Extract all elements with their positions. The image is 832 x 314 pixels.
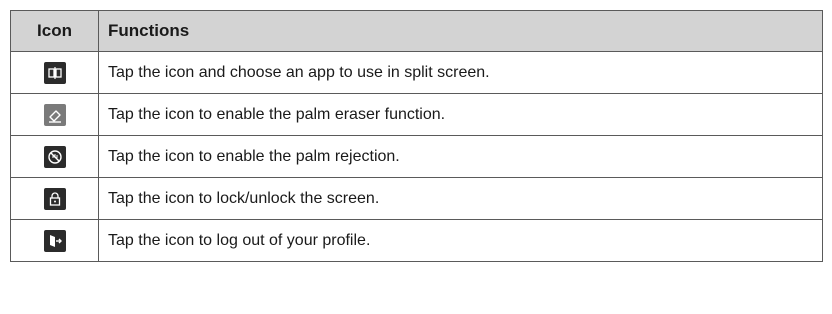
header-icon: Icon (10, 10, 99, 52)
logout-icon[interactable] (43, 229, 66, 252)
icon-cell (10, 135, 99, 178)
table-row: Tap the icon to log out of your profile. (10, 219, 823, 262)
table-header-row: Icon Functions (10, 10, 823, 52)
table-row: Tap the icon to enable the palm eraser f… (10, 93, 823, 136)
table-row: Tap the icon and choose an app to use in… (10, 51, 823, 94)
icon-cell (10, 177, 99, 220)
icon-cell (10, 219, 99, 262)
description-cell: Tap the icon and choose an app to use in… (98, 51, 823, 94)
description-cell: Tap the icon to log out of your profile. (98, 219, 823, 262)
icon-cell (10, 93, 99, 136)
description-cell: Tap the icon to enable the palm eraser f… (98, 93, 823, 136)
header-functions: Functions (98, 10, 823, 52)
palm-eraser-icon[interactable] (43, 103, 66, 126)
palm-rejection-icon[interactable] (43, 145, 66, 168)
icon-functions-table: Icon Functions Tap the icon and choose a… (10, 10, 823, 262)
functions-table-container: Icon Functions Tap the icon and choose a… (10, 10, 823, 262)
icon-cell (10, 51, 99, 94)
split-screen-icon[interactable] (43, 61, 66, 84)
description-cell: Tap the icon to lock/unlock the screen. (98, 177, 823, 220)
lock-icon[interactable] (43, 187, 66, 210)
table-row: Tap the icon to enable the palm rejectio… (10, 135, 823, 178)
description-cell: Tap the icon to enable the palm rejectio… (98, 135, 823, 178)
table-row: Tap the icon to lock/unlock the screen. (10, 177, 823, 220)
